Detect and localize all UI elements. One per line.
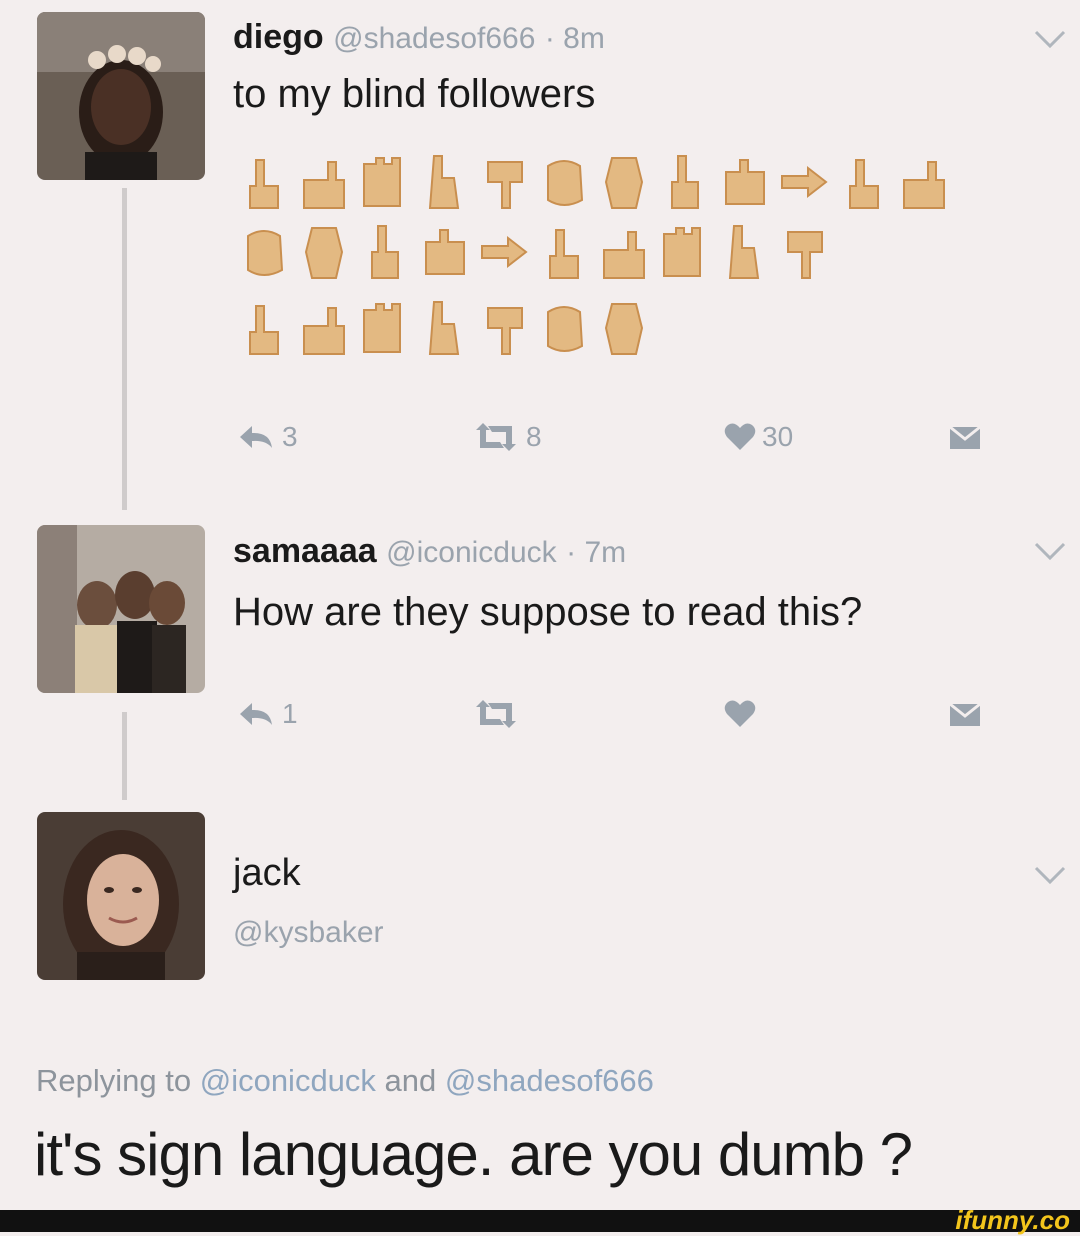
hand-gesture-icon — [363, 157, 401, 207]
reply-count: 3 — [282, 421, 298, 452]
hand-gesture-icon — [849, 159, 879, 209]
replying-and: and — [375, 1063, 445, 1098]
like-button[interactable] — [724, 690, 762, 738]
display-name[interactable]: diego — [233, 18, 324, 56]
timestamp[interactable]: · 8m — [545, 22, 605, 55]
thread-line-1 — [122, 188, 127, 510]
avatar-jack[interactable] — [37, 812, 205, 980]
display-name[interactable]: samaaaa — [233, 532, 377, 570]
replying-to: Replying to @iconicduck and @shadesof666 — [36, 1063, 654, 1099]
reply-count: 1 — [282, 698, 298, 729]
hand-gesture-icon — [428, 301, 460, 355]
tweet-actions: 3 8 30 — [236, 413, 981, 461]
retweet-icon — [476, 423, 516, 451]
like-count: 30 — [762, 421, 794, 452]
direct-message-button[interactable] — [948, 413, 982, 461]
hand-gesture-icon — [547, 160, 584, 206]
user-handle-text: @kysbaker — [233, 916, 384, 949]
thread-line-2 — [122, 712, 127, 800]
tweet-actions: 1 — [236, 690, 981, 738]
hand-gesture-icon — [787, 231, 823, 279]
tweet-header-samaaaa: samaaaa @iconicduck · 7m — [233, 532, 626, 571]
hand-gesture-icon — [663, 227, 701, 277]
envelope-icon — [949, 702, 981, 726]
tweet-text: it's sign language. are you dumb ? — [34, 1121, 913, 1188]
reply-icon — [240, 426, 272, 448]
hand-gesture-icon — [425, 229, 465, 275]
retweet-button[interactable] — [472, 690, 526, 738]
emoji-row — [238, 298, 650, 360]
hand-gesture-icon — [549, 229, 579, 279]
hand-gesture-icon — [604, 157, 644, 209]
retweet-icon — [476, 700, 516, 728]
retweet-button[interactable]: 8 — [472, 413, 542, 461]
mention-link[interactable]: @shadesof666 — [445, 1063, 654, 1098]
chevron-down-icon[interactable] — [1032, 28, 1068, 50]
hand-gesture-icon — [604, 303, 644, 355]
hand-gesture-icon — [671, 155, 699, 209]
hand-gesture-icon — [303, 307, 345, 355]
hand-gesture-icon — [903, 161, 945, 209]
hand-gesture-icon — [728, 225, 760, 279]
reply-button[interactable]: 1 — [236, 690, 298, 738]
tweet-header-jack: jack — [233, 852, 301, 895]
user-handle[interactable]: @shadesof666 — [333, 22, 535, 55]
hand-gesture-icon — [371, 225, 399, 279]
hand-gesture-icon — [725, 159, 765, 205]
heart-icon — [724, 700, 756, 727]
hand-gesture-icon — [249, 305, 279, 355]
timestamp[interactable]: · 7m — [566, 536, 626, 569]
user-handle[interactable]: @kysbaker — [233, 912, 384, 951]
hand-gesture-icon — [304, 227, 344, 279]
hand-gesture-icon — [487, 307, 523, 355]
hand-gesture-icon — [247, 230, 284, 276]
hand-gesture-icon — [487, 161, 523, 209]
replying-prefix: Replying to — [36, 1063, 200, 1098]
emoji-row — [238, 222, 830, 284]
emoji-row — [238, 152, 950, 214]
reply-icon — [240, 703, 272, 725]
tweet-text: to my blind followers — [233, 72, 596, 116]
tweet-text: How are they suppose to read this? — [233, 590, 863, 634]
hand-gesture-icon — [547, 306, 584, 352]
chevron-down-icon[interactable] — [1032, 864, 1068, 886]
tweet-header-diego: diego @shadesof666 · 8m — [233, 18, 605, 57]
footer-bar — [0, 1210, 1080, 1232]
direct-message-button[interactable] — [948, 690, 982, 738]
chevron-down-icon[interactable] — [1032, 540, 1068, 562]
hand-gesture-icon — [781, 165, 828, 199]
reply-button[interactable]: 3 — [236, 413, 298, 461]
avatar-diego[interactable] — [37, 12, 205, 180]
like-button[interactable]: 30 — [724, 413, 793, 461]
hand-gesture-icon — [303, 161, 345, 209]
hand-gesture-icon — [603, 231, 645, 279]
heart-icon — [724, 423, 756, 450]
hand-gesture-icon — [481, 235, 528, 269]
hand-gesture-icon — [428, 155, 460, 209]
watermark-logo: ifunny.co — [955, 1205, 1070, 1235]
retweet-count: 8 — [526, 421, 542, 452]
envelope-icon — [949, 425, 981, 449]
hand-gesture-icon — [249, 159, 279, 209]
display-name[interactable]: jack — [233, 852, 301, 894]
mention-link[interactable]: @iconicduck — [200, 1063, 376, 1098]
user-handle[interactable]: @iconicduck — [386, 536, 557, 569]
hand-gesture-icon — [363, 303, 401, 353]
avatar-samaaaa[interactable] — [37, 525, 205, 693]
